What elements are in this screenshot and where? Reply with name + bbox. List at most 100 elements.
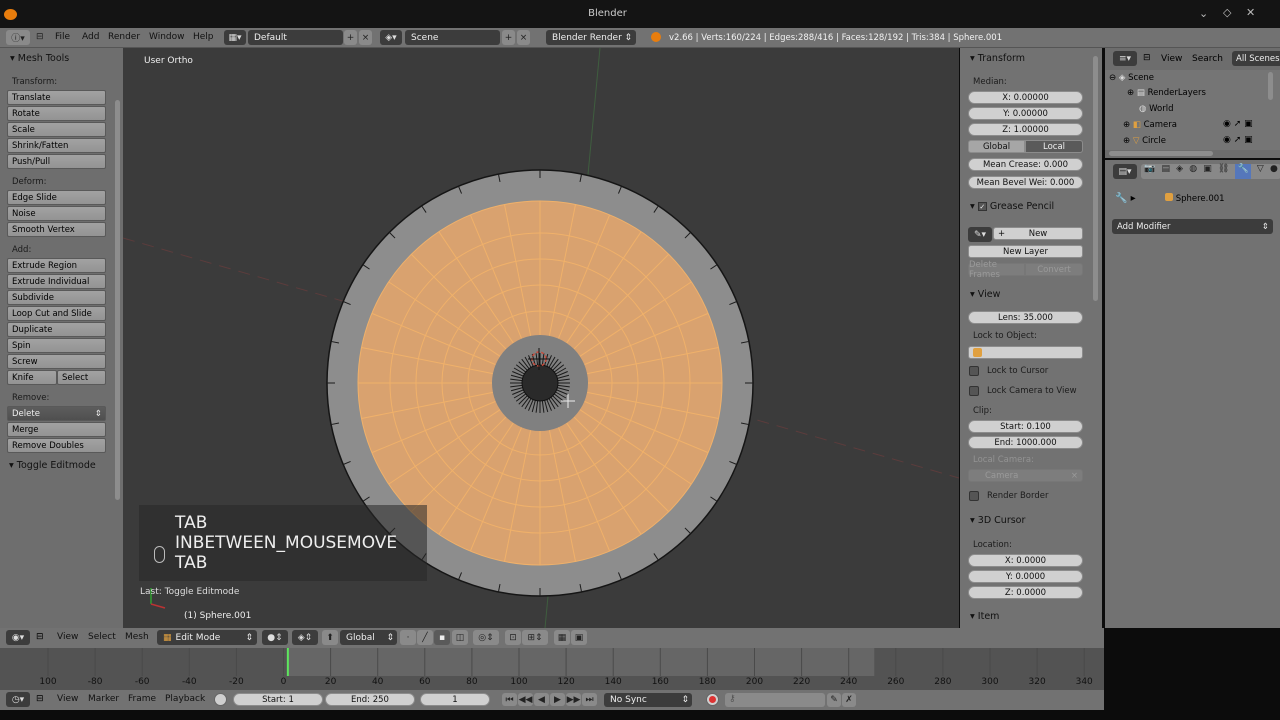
outliner-item-world[interactable]: ◍ World <box>1139 104 1173 114</box>
close-icon[interactable]: ✕ <box>1246 6 1255 19</box>
menu-add[interactable]: Add <box>82 32 99 42</box>
collapse-icon[interactable]: ⊟ <box>36 32 44 42</box>
outliner-scrollbar[interactable] <box>1268 72 1273 100</box>
view-panel-header[interactable]: ▾ View <box>970 289 1000 300</box>
screw-button[interactable]: Screw <box>7 354 106 369</box>
scene-name-field[interactable]: Scene <box>405 30 500 45</box>
lock-object-field[interactable] <box>968 346 1083 359</box>
shrink-fatten-button[interactable]: Shrink/Fatten <box>7 138 106 153</box>
delete-menu-button[interactable]: Delete ⇕ <box>7 406 106 421</box>
outliner-filter-select[interactable]: All Scenes <box>1232 51 1280 66</box>
visibility-eye-icon[interactable]: ◉ ➚ ▣ <box>1223 119 1253 129</box>
3d-menu-view[interactable]: View <box>57 632 78 642</box>
layout-name-field[interactable]: Default <box>248 30 343 45</box>
render-tab-icon[interactable]: 📷 <box>1144 164 1155 179</box>
menu-window[interactable]: Window <box>149 32 185 42</box>
modifiers-tab-icon[interactable]: 🔧 <box>1235 164 1251 179</box>
mode-select[interactable]: ▦ Edit Mode ⇕ <box>157 630 257 645</box>
transform-orientation-select[interactable]: Global ⇕ <box>340 630 397 645</box>
scene-tab-icon[interactable]: ◈ <box>1176 164 1183 179</box>
outliner-editor-type-button[interactable]: ≡▾ <box>1113 51 1137 66</box>
render-preview-icon[interactable]: ▦ <box>554 630 570 645</box>
start-frame-field[interactable]: Start: 1 <box>233 693 323 706</box>
lock-camera-checkbox[interactable] <box>969 386 979 396</box>
menu-file[interactable]: File <box>55 32 70 42</box>
timeline-menu-playback[interactable]: Playback <box>165 694 205 704</box>
translate-button[interactable]: Translate <box>7 90 106 105</box>
merge-button[interactable]: Merge <box>7 422 106 437</box>
remove-doubles-button[interactable]: Remove Doubles <box>7 438 106 453</box>
3d-viewport[interactable]: User Ortho TAB INBETWEEN_MOUSEMOVE TAB L… <box>123 48 959 628</box>
scene-icon[interactable]: ◈▾ <box>380 30 402 45</box>
insert-keyframe-icon[interactable]: ✎ <box>827 693 841 707</box>
median-y-field[interactable]: Y: 0.00000 <box>968 107 1083 120</box>
item-panel-header[interactable]: ▾ Item <box>970 611 999 622</box>
outliner-item-circle[interactable]: ⊕ ▽ Circle <box>1123 136 1166 146</box>
global-toggle[interactable]: Global <box>968 140 1025 153</box>
last-operator-panel-header[interactable]: ▾ Toggle Editmode <box>9 460 96 471</box>
outliner-menu-search[interactable]: Search <box>1192 54 1223 64</box>
cursor-z-field[interactable]: Z: 0.0000 <box>968 586 1083 599</box>
timeline-menu-marker[interactable]: Marker <box>88 694 119 704</box>
end-frame-field[interactable]: End: 250 <box>325 693 415 706</box>
timeline-menu-view[interactable]: View <box>57 694 78 704</box>
median-x-field[interactable]: X: 0.00000 <box>968 91 1083 104</box>
clip-start-field[interactable]: Start: 0.100 <box>968 420 1083 433</box>
extrude-individual-button[interactable]: Extrude Individual <box>7 274 106 289</box>
duplicate-button[interactable]: Duplicate <box>7 322 106 337</box>
outliner-menu-view[interactable]: View <box>1161 54 1182 64</box>
manipulator-toggle[interactable]: ⬆ <box>322 630 338 645</box>
pencil-icon[interactable]: ✎▾ <box>968 227 992 242</box>
props-context-tabs[interactable]: 📷 ▤ ◈ ◍ ▣ ⛓ 🔧 ▽ ● <box>1141 164 1280 179</box>
subdivide-button[interactable]: Subdivide <box>7 290 106 305</box>
viewport-shading-select[interactable]: ●⇕ <box>262 630 288 645</box>
outliner-hscrollbar[interactable] <box>1109 151 1213 156</box>
data-tab-icon[interactable]: ▽ <box>1257 164 1264 179</box>
render-engine-select[interactable]: Blender Render ⇕ <box>546 30 636 45</box>
add-modifier-select[interactable]: Add Modifier ⇕ <box>1112 219 1273 234</box>
add-scene-icon[interactable]: + <box>502 30 515 45</box>
snap-element-select[interactable]: ⊞⇕ <box>522 630 548 645</box>
mesh-tools-title[interactable]: ▾ Mesh Tools <box>10 53 69 64</box>
tool-shelf-scrollbar[interactable] <box>115 100 120 500</box>
transform-panel-header[interactable]: ▾ Transform <box>970 53 1025 64</box>
mean-bevel-field[interactable]: Mean Bevel Wei: 0.000 <box>968 176 1083 189</box>
constraints-tab-icon[interactable]: ⛓ <box>1218 164 1229 179</box>
median-z-field[interactable]: Z: 1.00000 <box>968 123 1083 136</box>
timeline-editor-type-button[interactable]: ◷▾ <box>6 692 30 707</box>
layers-tab-icon[interactable]: ▤ <box>1161 164 1170 179</box>
grease-pencil-new-button[interactable]: + New <box>993 227 1083 240</box>
3d-menu-select[interactable]: Select <box>88 632 116 642</box>
jump-end-icon[interactable]: ⏭ <box>582 693 597 706</box>
layout-icon[interactable]: ▦▾ <box>224 30 246 45</box>
editor-type-button[interactable]: ⓘ▾ <box>6 30 30 45</box>
outliner-item-renderlayers[interactable]: ⊕ ▤ RenderLayers <box>1127 88 1206 98</box>
edge-slide-button[interactable]: Edge Slide <box>7 190 106 205</box>
rotate-button[interactable]: Rotate <box>7 106 106 121</box>
delete-keyframe-icon[interactable]: ✗ <box>842 693 856 707</box>
scale-button[interactable]: Scale <box>7 122 106 137</box>
keying-set-field[interactable]: ⚷ <box>725 693 825 707</box>
lens-field[interactable]: Lens: 35.000 <box>968 311 1083 324</box>
remove-layout-icon[interactable]: × <box>359 30 372 45</box>
render-anim-icon[interactable]: ▣ <box>571 630 587 645</box>
collapse-icon[interactable]: ⊟ <box>36 632 44 642</box>
face-select-mode-icon[interactable]: ▪ <box>434 630 450 645</box>
vertex-select-mode-icon[interactable]: ⋅ <box>400 630 416 645</box>
menu-render[interactable]: Render <box>108 32 140 42</box>
proportional-edit-select[interactable]: ◎⇕ <box>473 630 499 645</box>
play-reverse-icon[interactable]: ◀ <box>534 693 549 706</box>
cursor-x-field[interactable]: X: 0.0000 <box>968 554 1083 567</box>
timeline[interactable]: 100 -80 -60 -40 -20 0 20 40 60 80 100 120 140 160 180 2… <box>0 648 1104 690</box>
props-editor-type-button[interactable]: ▤▾ <box>1113 164 1137 179</box>
play-icon[interactable]: ▶ <box>550 693 565 706</box>
jump-keyframe-forward-icon[interactable]: ▶▶ <box>566 693 581 706</box>
spin-button[interactable]: Spin <box>7 338 106 353</box>
sync-mode-select[interactable]: No Sync ⇕ <box>604 693 692 707</box>
chevron-down-icon[interactable]: ⌄ <box>1199 7 1208 20</box>
mean-crease-field[interactable]: Mean Crease: 0.000 <box>968 158 1083 171</box>
3d-cursor-panel-header[interactable]: ▾ 3D Cursor <box>970 515 1025 526</box>
restore-icon[interactable]: ◇ <box>1223 6 1231 19</box>
outliner-item-camera[interactable]: ⊕ ◧ Camera <box>1123 120 1177 130</box>
collapse-icon[interactable]: ⊟ <box>1143 53 1151 63</box>
